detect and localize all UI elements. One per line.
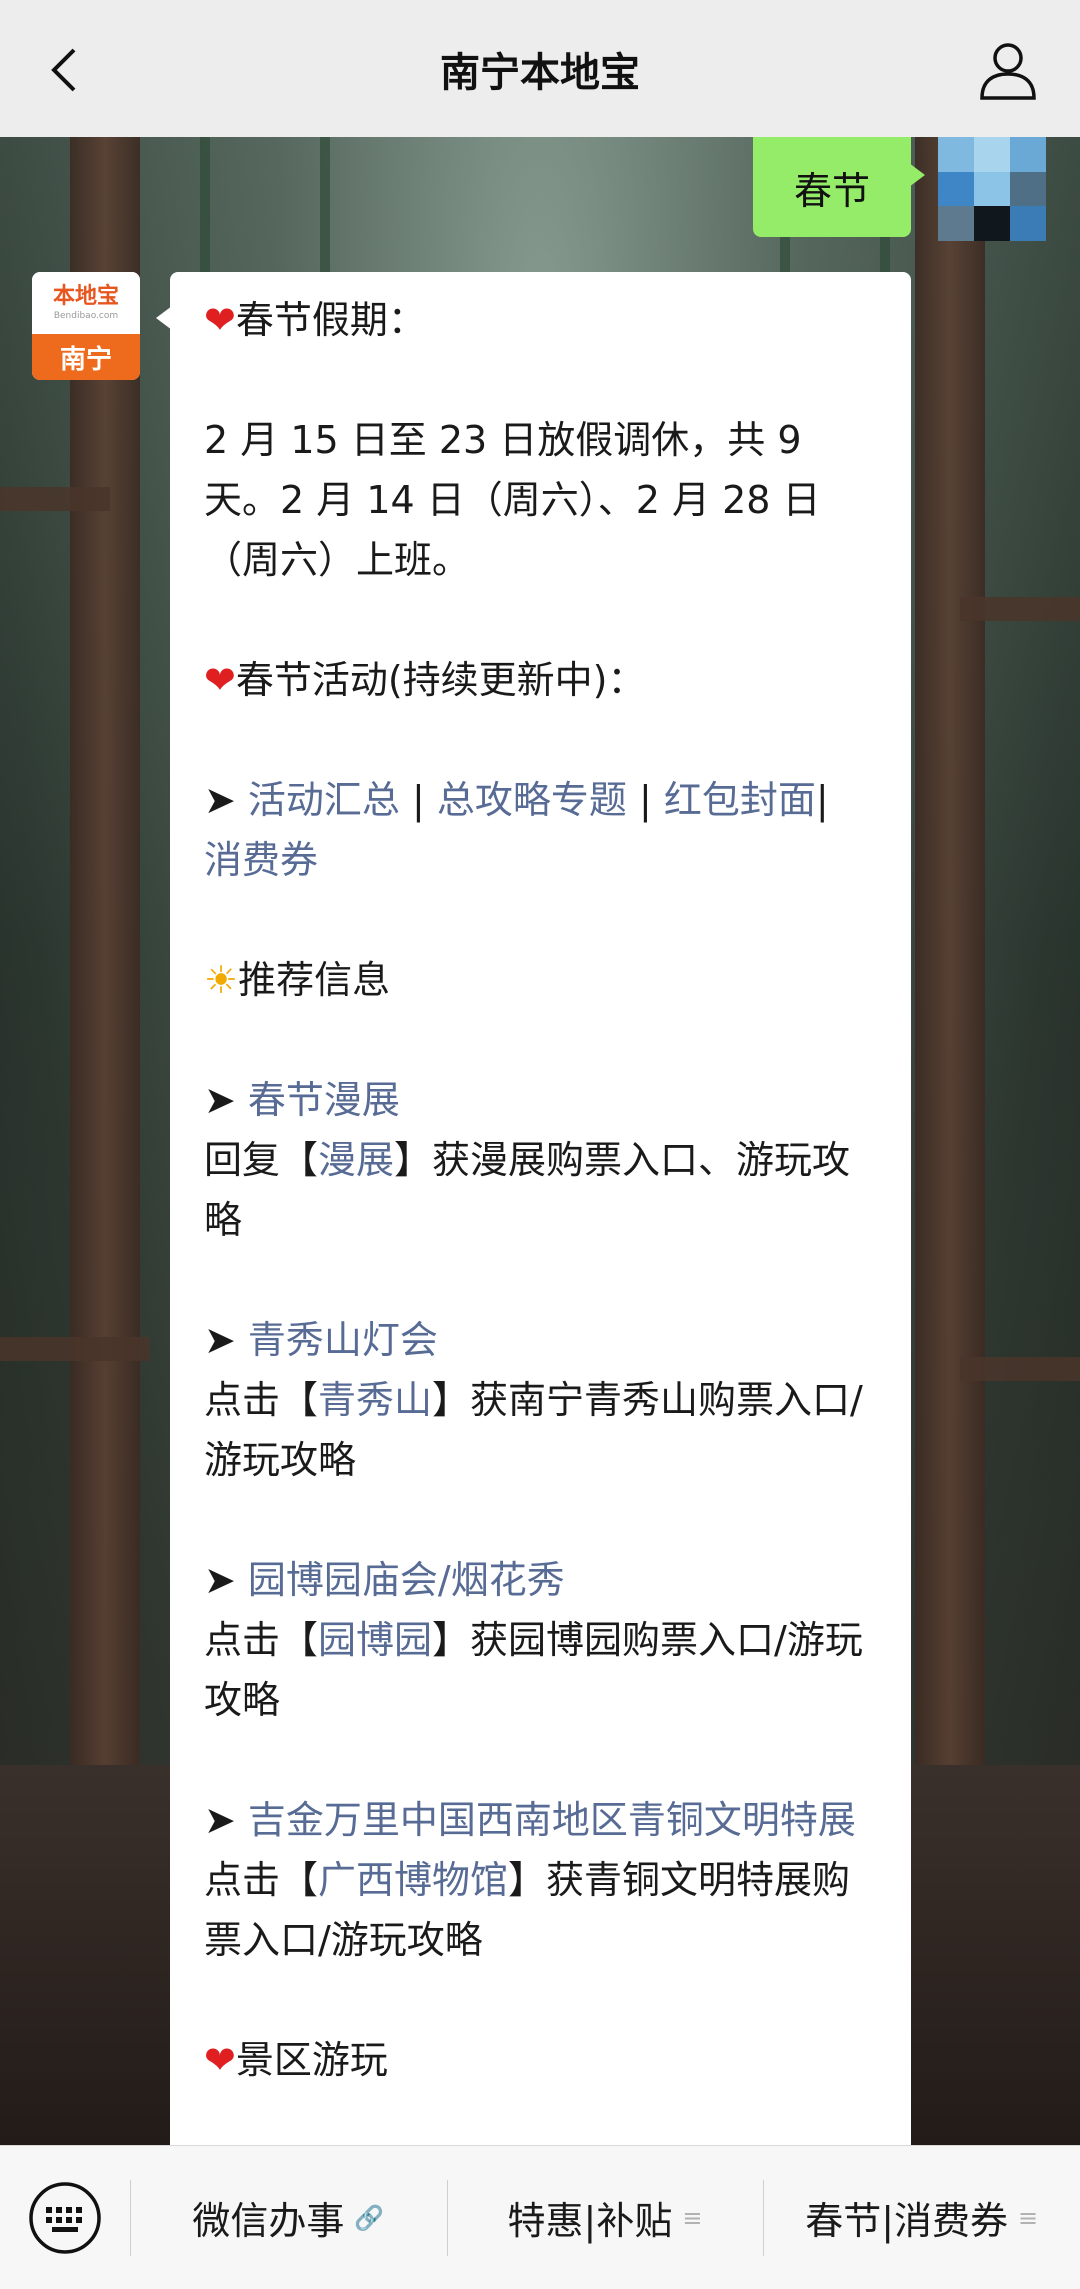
my-avatar[interactable] (938, 137, 1046, 241)
menu-wechat-services[interactable]: 微信办事 🔗 (130, 2146, 447, 2289)
link-activity-summary[interactable]: 活动汇总 (248, 778, 400, 822)
avatar-city: 南宁 (32, 334, 140, 380)
item-title: ➤ 春节漫展 (204, 1070, 877, 1130)
keyboard-icon (29, 2181, 101, 2254)
holiday-text: 2 月 15 日至 23 日放假调休，共 9 天。2 月 14 日（周六）、2 … (204, 418, 821, 582)
link-keyword-garden-expo[interactable]: 园博园 (318, 1618, 432, 1662)
item-desc: 点击【广西博物馆】获青铜文明特展购票入口/游玩攻略 (204, 1858, 851, 1962)
link-guide-topic[interactable]: 总攻略专题 (437, 778, 627, 822)
arrow-icon: ➤ (204, 778, 248, 822)
nav-header: 南宁本地宝 (0, 0, 1080, 138)
link-qingxiu-lantern[interactable]: 青秀山灯会 (248, 1318, 438, 1362)
item-desc: 回复【漫展】获漫展购票入口、游玩攻略 (204, 1138, 851, 1242)
menu-icon: ≡ (682, 2203, 703, 2232)
back-icon[interactable] (36, 40, 96, 100)
link-keyword-guangxi-museum[interactable]: 广西博物馆 (318, 1858, 508, 1902)
avatar-domain: Bendibao.com (53, 311, 119, 321)
user-profile-icon[interactable] (976, 38, 1040, 102)
sent-message-bubble[interactable]: 春节 (753, 137, 925, 237)
arrow-icon: ➤ (204, 1078, 248, 1122)
arrow-icon: ➤ (204, 1798, 248, 1842)
link-anime-expo[interactable]: 春节漫展 (248, 1078, 400, 1122)
menu-spring-festival-coupons[interactable]: 春节|消费券 ≡ (763, 2146, 1080, 2289)
activity-links: ➤ 活动汇总 | 总攻略专题 | 红包封面| 消费券 (204, 778, 829, 882)
heart-icon: ❤ (204, 658, 236, 702)
scenic-heading: ❤景区游玩 (204, 2038, 388, 2082)
heart-icon: ❤ (204, 2038, 236, 2082)
link-keyword-anime[interactable]: 漫展 (318, 1138, 394, 1182)
arrow-icon: ➤ (204, 1318, 248, 1362)
sun-icon: ☀ (204, 958, 239, 1002)
item-title: ➤ 青秀山灯会 (204, 1310, 877, 1370)
arrow-icon: ➤ (204, 1558, 248, 1602)
link-keyword-qingxiu[interactable]: 青秀山 (318, 1378, 432, 1422)
menu-icon: ≡ (1018, 2203, 1039, 2232)
item-title: ➤ 园博园庙会/烟花秀 (204, 1550, 877, 1610)
item-title: ➤ 吉金万里中国西南地区青铜文明特展 (204, 1790, 877, 1850)
link-bronze-exhibition[interactable]: 吉金万里中国西南地区青铜文明特展 (248, 1798, 856, 1842)
link-garden-expo-fair[interactable]: 园博园庙会/烟花秀 (248, 1558, 565, 1602)
bot-avatar[interactable]: 本地宝 Bendibao.com 南宁 (32, 272, 140, 380)
link-red-packet-cover[interactable]: 红包封面 (664, 778, 816, 822)
heart-icon: ❤ (204, 298, 236, 342)
link-coupon[interactable]: 消费券 (204, 838, 318, 882)
received-message-bubble: ❤春节假期： 2 月 15 日至 23 日放假调休，共 9 天。2 月 14 日… (156, 272, 911, 2172)
item-desc: 点击【青秀山】获南宁青秀山购票入口/游玩攻略 (204, 1378, 863, 1482)
avatar-brand: 本地宝 (52, 284, 119, 309)
keyboard-toggle-button[interactable] (0, 2146, 130, 2289)
sent-message-text: 春节 (793, 168, 870, 213)
holiday-heading: ❤春节假期： (204, 298, 426, 342)
activity-heading: ❤春节活动(持续更新中)： (204, 658, 646, 702)
recommend-heading: ☀推荐信息 (204, 958, 391, 1002)
page-title: 南宁本地宝 (440, 49, 640, 96)
item-desc: 点击【园博园】获园博园购票入口/游玩攻略 (204, 1618, 863, 1722)
bottom-menu-bar: 微信办事 🔗 特惠|补贴 ≡ 春节|消费券 ≡ (0, 2145, 1080, 2289)
menu-discounts-subsidies[interactable]: 特惠|补贴 ≡ (446, 2146, 764, 2289)
link-icon: 🔗 (354, 2203, 385, 2232)
